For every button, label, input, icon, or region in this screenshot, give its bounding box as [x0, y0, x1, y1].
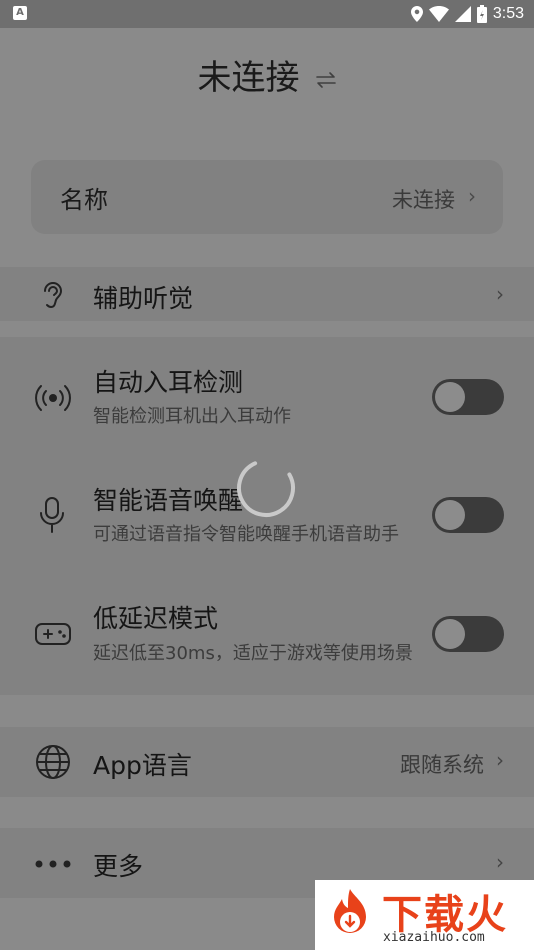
- microphone-icon: [40, 497, 64, 533]
- device-name-label: 名称: [60, 186, 108, 214]
- low-latency-toggle[interactable]: [432, 616, 504, 652]
- watermark: 下载火 xiazaihuo.com: [315, 880, 534, 950]
- chevron-right-icon: ›: [468, 184, 476, 208]
- signal-icon: [454, 6, 471, 22]
- swap-icon[interactable]: [315, 71, 337, 93]
- hearing-aid-label: 辅助听觉: [93, 284, 194, 313]
- in-ear-detection-toggle[interactable]: [432, 379, 504, 415]
- status-time: 3:53: [492, 5, 524, 22]
- in-ear-detection-subtitle: 智能检测耳机出入耳动作: [93, 406, 291, 427]
- chevron-right-icon: ›: [496, 850, 504, 874]
- wifi-icon: [428, 6, 449, 22]
- battery-icon: [476, 5, 487, 23]
- notification-app-icon: A: [13, 6, 27, 20]
- toggle-knob: [435, 619, 465, 649]
- hearing-aid-row[interactable]: 辅助听觉 ›: [0, 267, 534, 321]
- toggle-knob: [435, 382, 465, 412]
- device-name-value: 未连接: [392, 188, 455, 212]
- location-icon: [410, 6, 423, 22]
- voice-wake-label: 智能语音唤醒: [93, 486, 244, 515]
- status-bar: A 3:53: [0, 0, 534, 28]
- more-label: 更多: [93, 852, 144, 881]
- device-name-card[interactable]: 名称 未连接 ›: [31, 160, 503, 234]
- flame-logo-icon: [334, 889, 366, 933]
- app-language-label: App语言: [93, 751, 192, 780]
- chevron-right-icon: ›: [496, 748, 504, 772]
- chevron-right-icon: ›: [496, 282, 504, 306]
- toggle-knob: [435, 500, 465, 530]
- low-latency-subtitle: 延迟低至30ms，适应于游戏等使用场景: [93, 643, 413, 664]
- app-language-row[interactable]: App语言 跟随系统 ›: [0, 727, 534, 797]
- loading-spinner-icon: [237, 459, 295, 517]
- voice-wake-subtitle: 可通过语音指令智能唤醒手机语音助手: [93, 524, 399, 545]
- ear-icon: [44, 282, 63, 309]
- more-dots-icon: [35, 860, 71, 868]
- header: 未连接: [0, 50, 534, 99]
- page-title: 未连接: [197, 58, 300, 98]
- gamepad-icon: [35, 623, 71, 645]
- low-latency-row: 低延迟模式 延迟低至30ms，适应于游戏等使用场景: [0, 577, 534, 692]
- status-icons: 3:53: [410, 3, 524, 25]
- watermark-domain: xiazaihuo.com: [383, 930, 485, 945]
- app-language-value: 跟随系统: [400, 753, 484, 777]
- low-latency-label: 低延迟模式: [93, 604, 219, 633]
- in-ear-detection-row: 自动入耳检测 智能检测耳机出入耳动作: [0, 337, 534, 452]
- voice-wake-toggle[interactable]: [432, 497, 504, 533]
- in-ear-detection-label: 自动入耳检测: [93, 368, 244, 397]
- globe-icon: [36, 745, 70, 779]
- broadcast-icon: [35, 385, 71, 411]
